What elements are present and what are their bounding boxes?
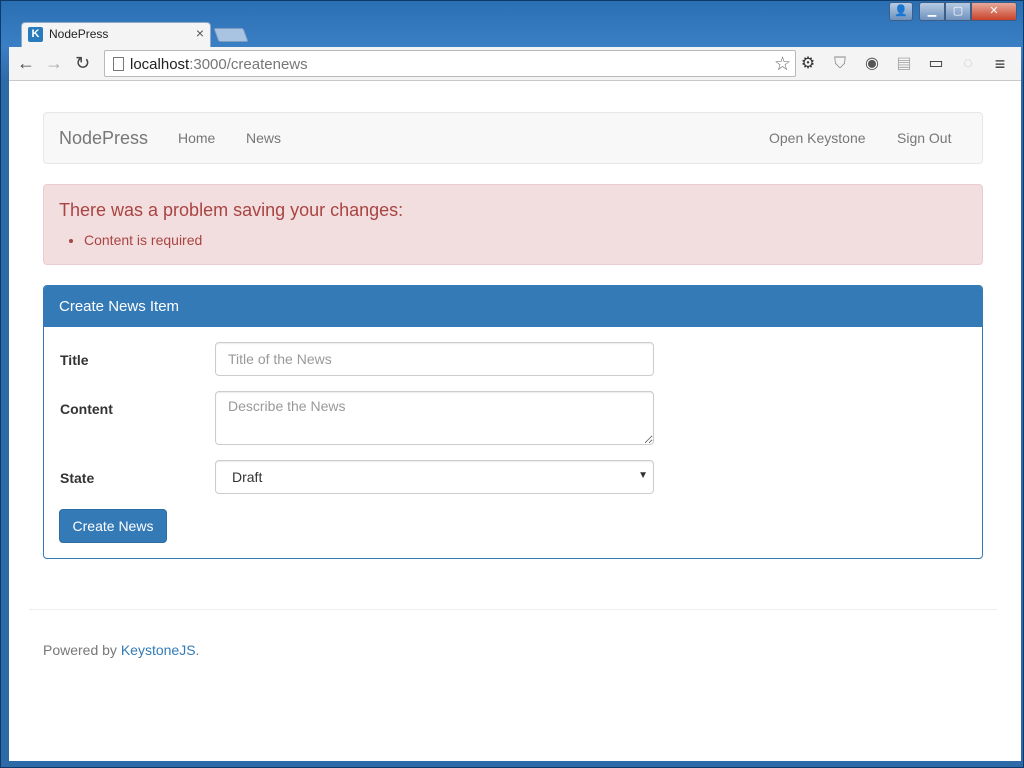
chrome-menu-icon[interactable]: ≡ <box>991 55 1009 73</box>
footer-suffix: . <box>195 642 200 658</box>
content-textarea[interactable] <box>215 391 654 445</box>
reload-icon[interactable]: ↻ <box>75 53 90 73</box>
page-icon <box>113 57 124 71</box>
tab-strip: K NodePress × 👤 ▁ ▢ ✕ <box>1 1 1023 47</box>
create-news-button[interactable]: Create News <box>59 509 167 543</box>
tab-close-icon[interactable]: × <box>196 25 204 41</box>
url-text[interactable]: localhost:3000/createnews <box>130 56 308 73</box>
error-list: Content is required <box>84 232 202 248</box>
site-footer: Powered by KeystoneJS. <box>43 642 199 658</box>
window-controls: 👤 ▁ ▢ ✕ <box>889 2 1017 22</box>
browser-tab[interactable]: K NodePress × <box>21 22 211 47</box>
close-window-button[interactable]: ✕ <box>971 2 1017 21</box>
cast-icon[interactable]: ▭ <box>927 55 945 73</box>
footer-divider <box>29 609 997 610</box>
browser-toolbar: ← → ↻ localhost:3000/createnews ☆ ⚙ ⛉ ◉ … <box>9 47 1021 81</box>
state-label: State <box>60 470 95 486</box>
navbar-brand[interactable]: NodePress <box>59 128 148 149</box>
alert-heading: There was a problem saving your changes: <box>59 200 404 220</box>
keystone-favicon-icon: K <box>28 27 43 42</box>
extension-icon[interactable]: ◉ <box>863 55 881 73</box>
nav-link-open-keystone[interactable]: Open Keystone <box>769 130 866 146</box>
address-bar[interactable]: localhost:3000/createnews ☆ <box>104 50 796 77</box>
footer-prefix: Powered by <box>43 642 121 658</box>
user-profile-icon[interactable]: 👤 <box>889 2 913 21</box>
nav-link-home[interactable]: Home <box>178 130 215 146</box>
state-select-value[interactable]: Draft <box>215 460 654 494</box>
keystonejs-link[interactable]: KeystoneJS <box>121 642 196 658</box>
content-label: Content <box>60 401 113 417</box>
create-news-panel: Create News Item Title Content State Dra… <box>43 285 983 559</box>
panel-title: Create News Item <box>44 286 982 327</box>
error-item: Content is required <box>84 232 202 248</box>
nav-link-news[interactable]: News <box>246 130 281 146</box>
browser-window: K NodePress × 👤 ▁ ▢ ✕ ← → ↻ localhost:30… <box>0 0 1024 768</box>
tab-title: NodePress <box>49 27 109 41</box>
state-select[interactable]: Draft ▼ <box>215 460 654 494</box>
nav-link-sign-out[interactable]: Sign Out <box>897 130 951 146</box>
site-navbar: NodePress Home News Open Keystone Sign O… <box>43 112 983 164</box>
sync-extension-icon[interactable]: ◌ <box>959 55 977 73</box>
minimize-button[interactable]: ▁ <box>919 2 945 21</box>
dropdown-caret-icon: ▼ <box>638 470 648 481</box>
bookmark-star-icon[interactable]: ☆ <box>774 53 791 76</box>
forward-arrow-icon[interactable]: → <box>45 53 63 73</box>
page-viewport: NodePress Home News Open Keystone Sign O… <box>9 81 1021 761</box>
title-input[interactable] <box>215 342 654 376</box>
title-label: Title <box>60 352 89 368</box>
notes-extension-icon[interactable]: ▤ <box>895 55 913 73</box>
back-arrow-icon[interactable]: ← <box>17 53 35 73</box>
error-alert: There was a problem saving your changes:… <box>43 184 983 265</box>
maximize-button[interactable]: ▢ <box>945 2 971 21</box>
settings-gear-icon[interactable]: ⚙ <box>799 55 817 73</box>
shield-extension-icon[interactable]: ⛉ <box>831 55 849 73</box>
new-tab-button[interactable] <box>213 28 249 42</box>
